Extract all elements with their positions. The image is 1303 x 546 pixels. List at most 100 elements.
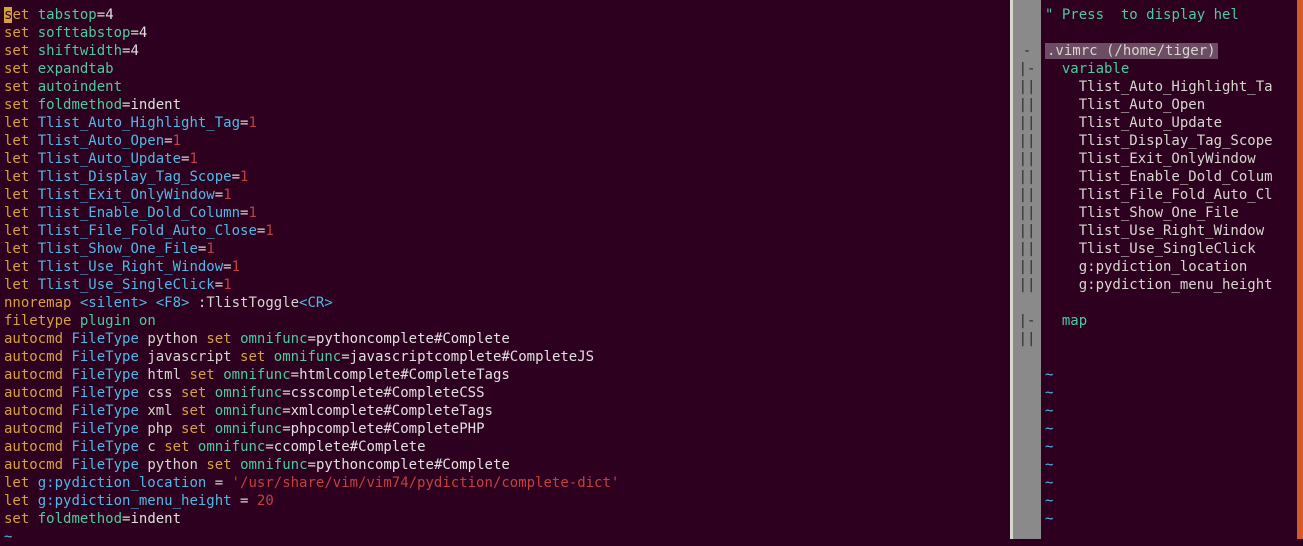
- code-line[interactable]: autocmd FileType python set omnifunc=pyt…: [4, 456, 1006, 474]
- code-token: phpcomplete#CompletePHP: [291, 421, 485, 437]
- code-token: [29, 475, 37, 491]
- gutter-cell[interactable]: ||: [1013, 258, 1041, 276]
- gutter-cell[interactable]: ||: [1013, 186, 1041, 204]
- gutter-cell[interactable]: |-: [1013, 60, 1041, 78]
- code-line[interactable]: let Tlist_Use_Right_Window=1: [4, 258, 1006, 276]
- taglist-section-variable[interactable]: variable: [1045, 60, 1293, 78]
- code-line[interactable]: let Tlist_File_Fold_Auto_Close=1: [4, 222, 1006, 240]
- code-line[interactable]: let Tlist_Auto_Update=1: [4, 150, 1006, 168]
- gutter-cell[interactable]: |-: [1013, 312, 1041, 330]
- code-token: [29, 79, 37, 95]
- gutter-cell[interactable]: [1013, 6, 1041, 24]
- code-line[interactable]: filetype plugin on: [4, 312, 1006, 330]
- code-token: softtabstop: [38, 25, 131, 41]
- gutter-cell[interactable]: ||: [1013, 222, 1041, 240]
- taglist-section-map[interactable]: map: [1045, 312, 1293, 330]
- code-token: csscomplete#CompleteCSS: [291, 385, 485, 401]
- taglist-fold-gutter[interactable]: -|-|||||||||||||||||||||||| |-||: [1013, 0, 1041, 539]
- code-token: [206, 403, 214, 419]
- code-token: =: [215, 475, 223, 491]
- code-token: [29, 61, 37, 77]
- code-token: [232, 331, 240, 347]
- code-token: let: [4, 259, 29, 275]
- taglist-variable-item[interactable]: Tlist_Auto_Highlight_Ta: [1045, 78, 1293, 96]
- code-line[interactable]: nnoremap <silent> <F8> :TlistToggle<CR>: [4, 294, 1006, 312]
- code-token: [71, 313, 79, 329]
- code-token: set: [189, 367, 214, 383]
- code-line[interactable]: autocmd FileType xml set omnifunc=xmlcom…: [4, 402, 1006, 420]
- code-token: autocmd: [4, 367, 63, 383]
- code-line[interactable]: autocmd FileType html set omnifunc=htmlc…: [4, 366, 1006, 384]
- code-line[interactable]: let Tlist_Auto_Open=1: [4, 132, 1006, 150]
- gutter-cell[interactable]: ||: [1013, 330, 1041, 348]
- code-line[interactable]: let g:pydiction_location = '/usr/share/v…: [4, 474, 1006, 492]
- code-token: set: [164, 439, 189, 455]
- taglist-variable-item[interactable]: Tlist_Exit_OnlyWindow: [1045, 150, 1293, 168]
- gutter-cell[interactable]: ||: [1013, 96, 1041, 114]
- code-token: <CR>: [299, 295, 333, 311]
- code-line[interactable]: let Tlist_Exit_OnlyWindow=1: [4, 186, 1006, 204]
- code-token: Tlist_Exit_OnlyWindow: [38, 187, 215, 203]
- code-token: FileType: [71, 421, 138, 437]
- taglist-map-item[interactable]: [1045, 330, 1293, 348]
- code-token: [71, 295, 79, 311]
- code-line[interactable]: autocmd FileType python set omnifunc=pyt…: [4, 330, 1006, 348]
- taglist-variable-item[interactable]: Tlist_Display_Tag_Scope: [1045, 132, 1293, 150]
- taglist-variable-item[interactable]: Tlist_Enable_Dold_Colum: [1045, 168, 1293, 186]
- code-token: indent: [130, 511, 181, 527]
- code-token: g:pydiction_location: [38, 475, 207, 491]
- code-line[interactable]: let Tlist_Auto_Highlight_Tag=1: [4, 114, 1006, 132]
- taglist-variable-item[interactable]: Tlist_Auto_Update: [1045, 114, 1293, 132]
- code-line[interactable]: autocmd FileType javascript set omnifunc…: [4, 348, 1006, 366]
- gutter-cell[interactable]: -: [1013, 42, 1041, 60]
- taglist-variable-item[interactable]: Tlist_File_Fold_Auto_Cl: [1045, 186, 1293, 204]
- code-token: set: [181, 403, 206, 419]
- gutter-cell[interactable]: ||: [1013, 204, 1041, 222]
- code-line[interactable]: autocmd FileType c set omnifunc=ccomplet…: [4, 438, 1006, 456]
- taglist-variable-item[interactable]: g:pydiction_menu_height: [1045, 276, 1293, 294]
- code-line[interactable]: set softtabstop=4: [4, 24, 1006, 42]
- code-line[interactable]: let Tlist_Use_SingleClick=1: [4, 276, 1006, 294]
- gutter-cell[interactable]: ||: [1013, 240, 1041, 258]
- code-line[interactable]: autocmd FileType css set omnifunc=csscom…: [4, 384, 1006, 402]
- code-line[interactable]: ~: [4, 528, 1006, 546]
- gutter-cell[interactable]: ||: [1013, 78, 1041, 96]
- code-token: [29, 97, 37, 113]
- code-line[interactable]: set expandtab: [4, 60, 1006, 78]
- taglist-pane[interactable]: " Press to display hel .vimrc (/home/tig…: [1041, 0, 1297, 539]
- taglist-variable-item[interactable]: g:pydiction_location: [1045, 258, 1293, 276]
- code-line[interactable]: set shiftwidth=4: [4, 42, 1006, 60]
- code-token: plugin: [80, 313, 131, 329]
- code-line[interactable]: set foldmethod=indent: [4, 96, 1006, 114]
- gutter-cell[interactable]: ||: [1013, 114, 1041, 132]
- taglist-variable-item[interactable]: Tlist_Use_Right_Window: [1045, 222, 1293, 240]
- code-line[interactable]: let Tlist_Enable_Dold_Column=1: [4, 204, 1006, 222]
- taglist-variable-item[interactable]: Tlist_Auto_Open: [1045, 96, 1293, 114]
- code-token: [248, 493, 256, 509]
- code-line[interactable]: let Tlist_Display_Tag_Scope=1: [4, 168, 1006, 186]
- gutter-cell[interactable]: [1013, 294, 1041, 312]
- code-token: let: [4, 277, 29, 293]
- gutter-cell[interactable]: ||: [1013, 132, 1041, 150]
- code-line[interactable]: set tabstop=4: [4, 6, 1006, 24]
- gutter-cell[interactable]: ||: [1013, 168, 1041, 186]
- code-line[interactable]: autocmd FileType php set omnifunc=phpcom…: [4, 420, 1006, 438]
- code-token: =: [164, 133, 172, 149]
- gutter-cell[interactable]: ||: [1013, 150, 1041, 168]
- code-line[interactable]: set foldmethod=indent: [4, 510, 1006, 528]
- code-token: omnifunc: [198, 439, 265, 455]
- taglist-file-header[interactable]: .vimrc (/home/tiger): [1045, 42, 1293, 60]
- taglist-variable-item[interactable]: Tlist_Show_One_File: [1045, 204, 1293, 222]
- code-line[interactable]: let Tlist_Show_One_File=1: [4, 240, 1006, 258]
- taglist-variable-item[interactable]: Tlist_Use_SingleClick: [1045, 240, 1293, 258]
- code-token: [206, 385, 214, 401]
- code-token: [29, 169, 37, 185]
- code-token: =: [282, 403, 290, 419]
- editor-pane[interactable]: set tabstop=4set softtabstop=4set shiftw…: [0, 0, 1010, 539]
- code-line[interactable]: set autoindent: [4, 78, 1006, 96]
- gutter-cell[interactable]: ||: [1013, 276, 1041, 294]
- gutter-cell[interactable]: [1013, 24, 1041, 42]
- code-token: let: [4, 133, 29, 149]
- code-line[interactable]: let g:pydiction_menu_height = 20: [4, 492, 1006, 510]
- code-token: [29, 7, 37, 23]
